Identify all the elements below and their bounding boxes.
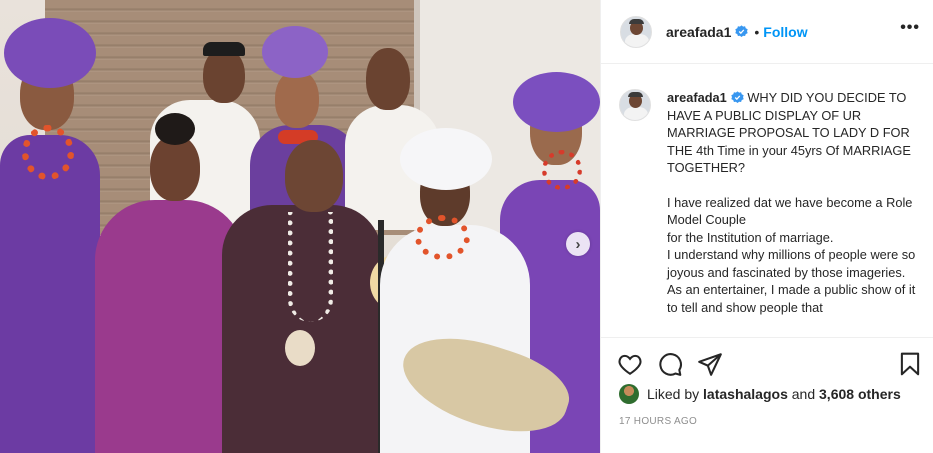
liked-by-prefix: Liked by — [647, 386, 700, 402]
liker-avatar[interactable] — [619, 384, 639, 404]
post-photo[interactable]: › — [0, 0, 600, 453]
caption-avatar[interactable] — [619, 89, 651, 121]
verified-badge-icon — [735, 25, 749, 38]
avatar[interactable] — [620, 15, 652, 48]
caption-comment: areafada1 WHY DID YOU DECIDE TO HAVE A P… — [619, 89, 918, 316]
liked-by-count[interactable]: 3,608 others — [819, 386, 901, 402]
share-icon[interactable] — [697, 351, 723, 377]
caption-scroll-area[interactable]: areafada1 WHY DID YOU DECIDE TO HAVE A P… — [601, 65, 933, 337]
caption-text: areafada1 WHY DID YOU DECIDE TO HAVE A P… — [667, 89, 917, 316]
chevron-right-icon: › — [575, 235, 581, 253]
liked-by-user[interactable]: latashalagos — [703, 386, 788, 402]
post-timestamp[interactable]: 17 HOURS AGO — [619, 416, 697, 427]
caption-paragraph-2: I have realized dat we have become a Rol… — [667, 194, 916, 315]
action-bar — [601, 337, 933, 381]
header-username[interactable]: areafada1 — [666, 24, 731, 40]
liked-by-and: and — [791, 386, 816, 402]
post-side-panel: areafada1 • Follow ••• areafada1 WHY DID… — [600, 0, 933, 453]
heart-icon[interactable] — [617, 351, 643, 377]
separator-dot: • — [754, 23, 760, 40]
bookmark-icon[interactable] — [897, 351, 923, 377]
post-header: areafada1 • Follow ••• — [601, 0, 933, 64]
verified-badge-icon — [731, 91, 744, 104]
next-image-button[interactable]: › — [566, 232, 590, 256]
more-options-icon[interactable]: ••• — [900, 20, 920, 36]
comment-icon[interactable] — [657, 351, 683, 377]
follow-button[interactable]: Follow — [763, 24, 807, 40]
caption-username[interactable]: areafada1 — [667, 90, 727, 105]
likes-summary[interactable]: Liked by latashalagos and 3,608 others — [619, 384, 901, 404]
